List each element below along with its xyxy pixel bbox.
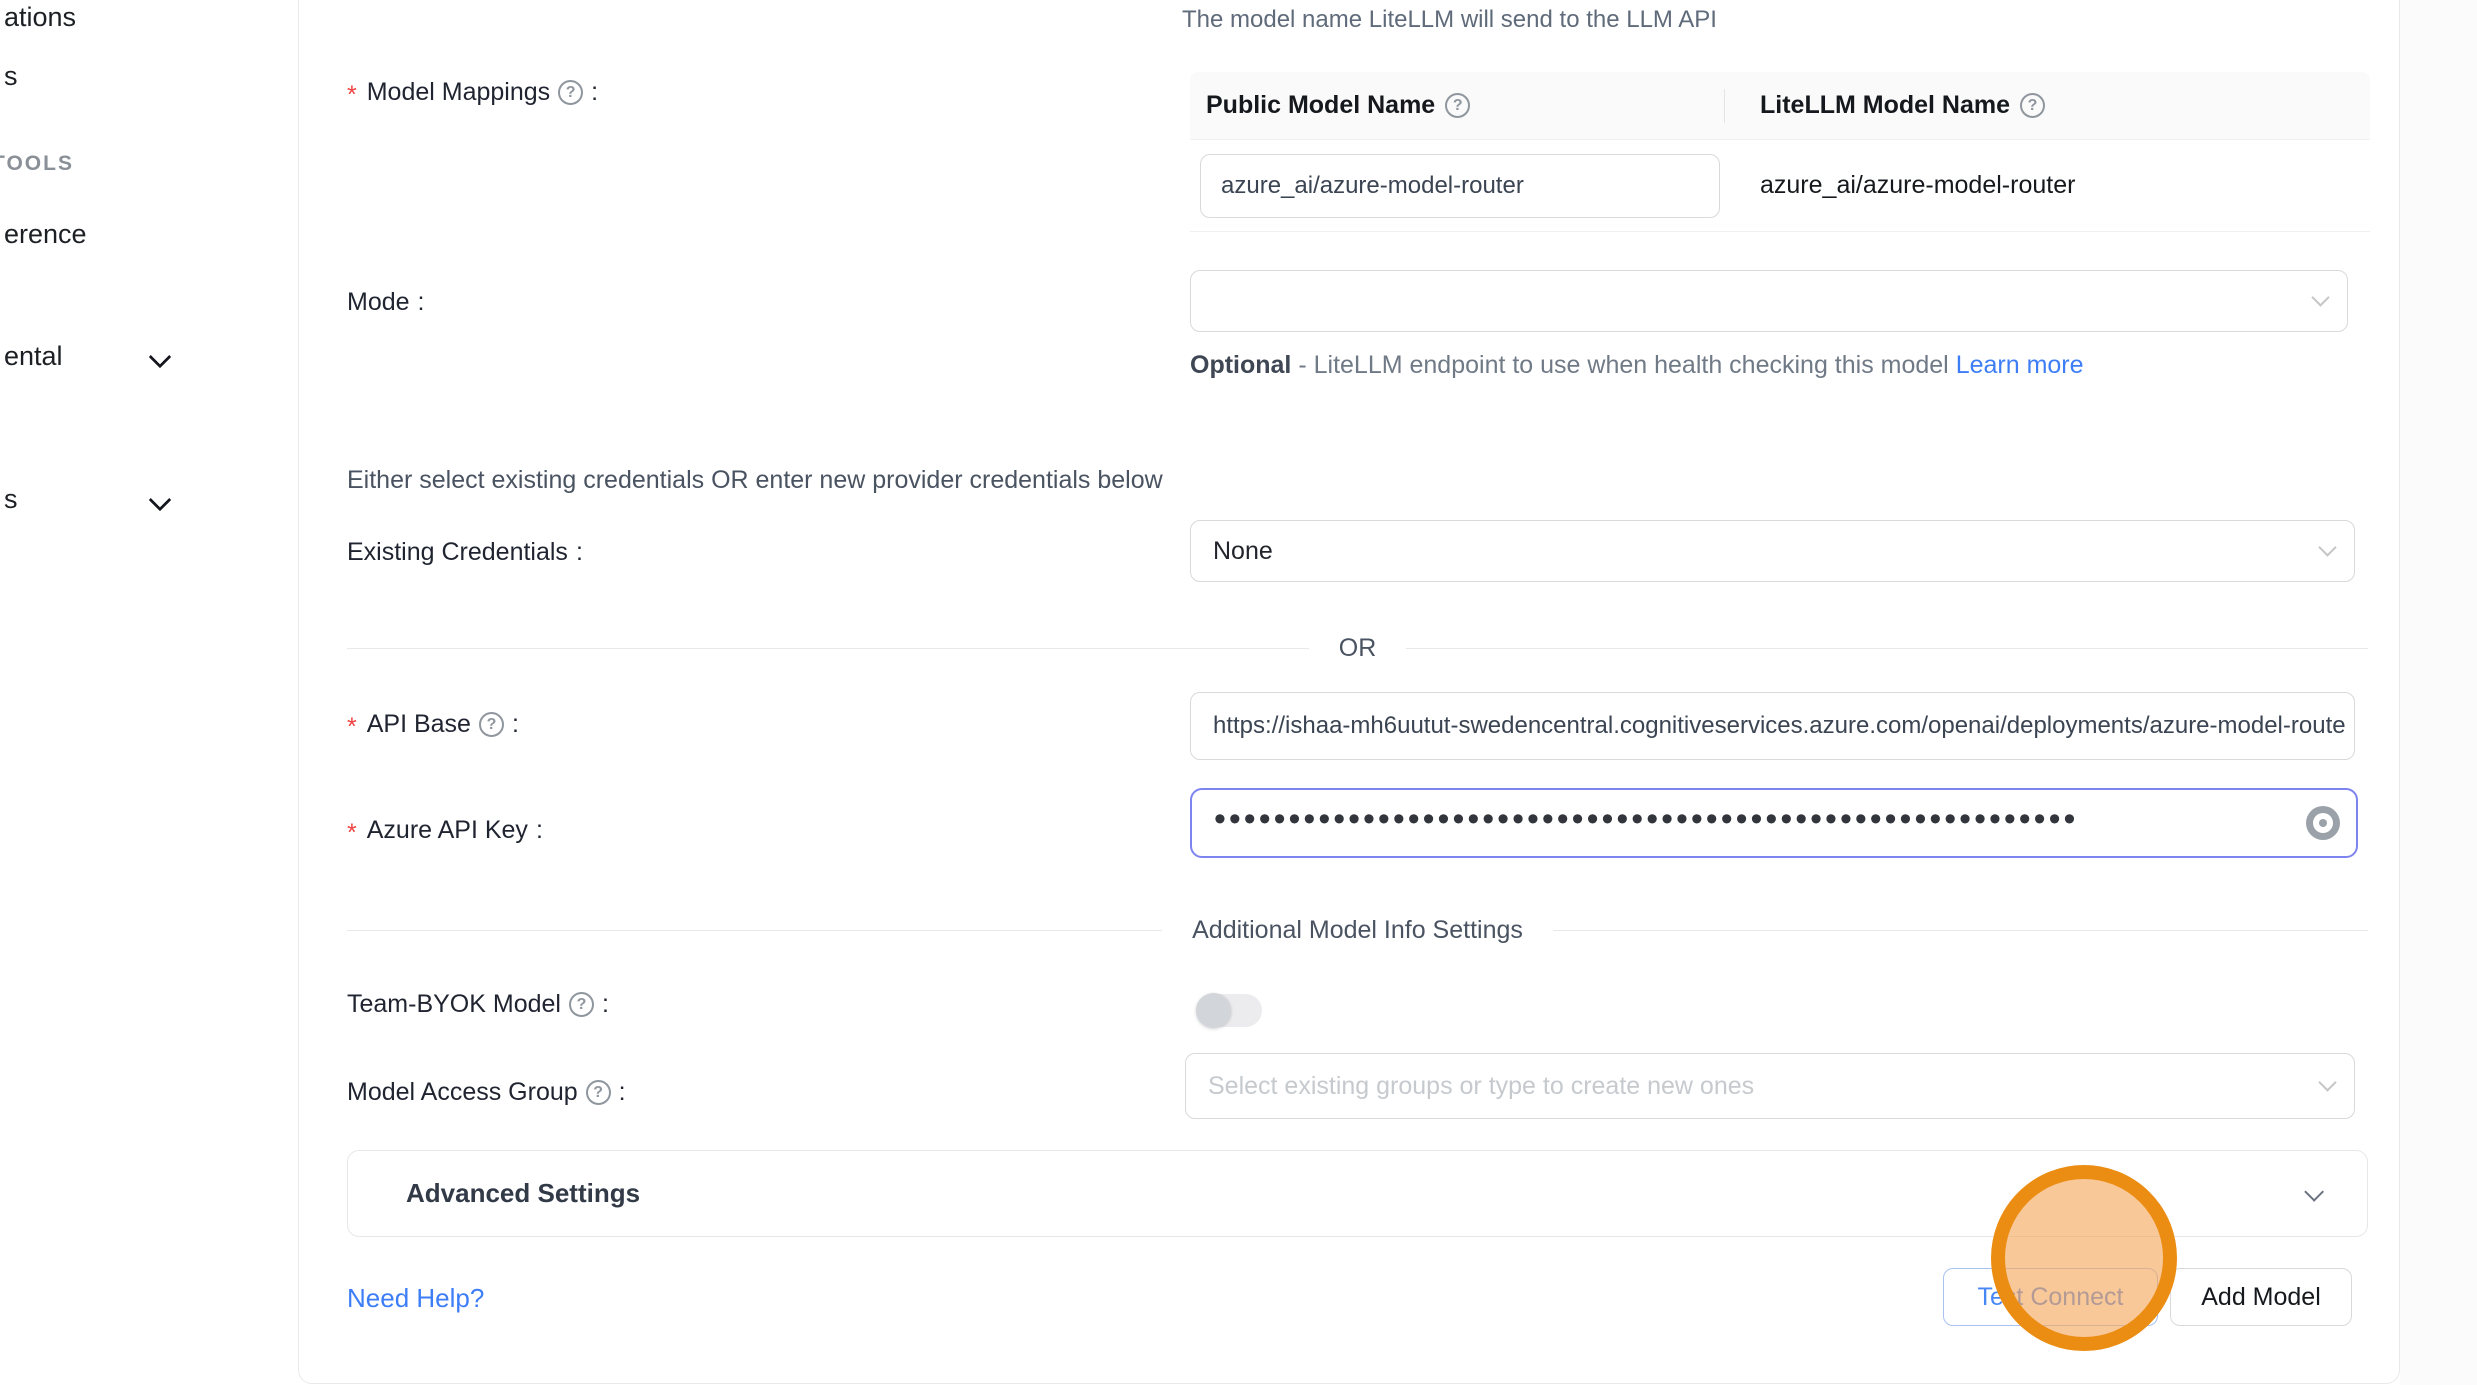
public-model-name-header: Public Model Name ? [1190,91,1724,120]
advanced-settings-toggle[interactable]: Advanced Settings [347,1150,2368,1237]
sidebar-item-3[interactable]: erence [4,219,87,250]
select-placeholder: Select existing groups or type to create… [1208,1072,1754,1101]
chevron-down-icon [2311,288,2329,306]
toggle-knob [1196,993,1231,1028]
column-divider [1724,89,1725,123]
api-base-label: * API Base ? : [347,710,519,739]
test-connect-button[interactable]: Test Connect [1943,1268,2158,1326]
team-byok-label: Team-BYOK Model ? : [347,990,609,1019]
mode-select[interactable] [1190,270,2348,332]
sidebar-item-2[interactable]: s [4,61,18,92]
existing-credentials-select[interactable]: None [1190,520,2355,582]
chevron-down-icon[interactable] [149,489,172,512]
required-asterisk: * [347,81,357,110]
mode-label: Mode: [347,288,425,317]
question-circle-icon[interactable]: ? [558,80,583,105]
azure-api-key-label: * Azure API Key: [347,816,543,845]
litellm-model-name-header: LiteLLM Model Name ? [1724,91,2045,120]
masked-password-value: ••••••••••••••••••••••••••••••••••••••••… [1214,800,2078,839]
sidebar-item-5[interactable]: s [4,484,18,515]
required-asterisk: * [347,713,357,742]
sidebar-item-1[interactable]: ations [4,2,76,33]
model-mappings-table: Public Model Name ? LiteLLM Model Name ?… [1190,72,2370,232]
team-byok-toggle[interactable] [1196,994,1262,1027]
question-circle-icon[interactable]: ? [586,1080,611,1105]
table-header-row: Public Model Name ? LiteLLM Model Name ? [1190,72,2370,140]
credentials-note: Either select existing credentials OR en… [347,466,1163,495]
table-row: azure_ai/azure-model-router [1190,140,2370,232]
model-mappings-label: * Model Mappings ? : [347,78,598,107]
page-right-gutter [2400,0,2477,1385]
litellm-model-name-value: azure_ai/azure-model-router [1724,171,2075,200]
model-name-hint: The model name LiteLLM will send to the … [1182,6,1717,34]
chevron-down-icon [2304,1181,2324,1201]
additional-settings-divider: Additional Model Info Settings [347,916,2368,945]
add-model-page: ations s TOOLS erence ental s The model … [0,0,2477,1385]
model-access-group-select[interactable]: Select existing groups or type to create… [1185,1053,2355,1119]
api-base-input[interactable]: https://ishaa-mh6uutut-swedencentral.cog… [1190,692,2355,760]
need-help-link[interactable]: Need Help? [347,1283,484,1314]
chevron-down-icon [2318,1073,2336,1091]
question-circle-icon[interactable]: ? [569,992,594,1017]
mode-hint: Optional - LiteLLM endpoint to use when … [1190,345,2102,385]
eye-icon[interactable] [2306,806,2340,840]
chevron-down-icon [2318,538,2336,556]
sidebar: ations s TOOLS erence ental s [0,0,210,1385]
model-access-group-label: Model Access Group ? : [347,1078,626,1107]
learn-more-link[interactable]: Learn more [1956,351,2084,379]
question-circle-icon[interactable]: ? [2020,93,2045,118]
or-divider: OR [347,634,2368,663]
public-model-name-input[interactable] [1200,154,1720,218]
azure-api-key-input[interactable]: ••••••••••••••••••••••••••••••••••••••••… [1190,788,2358,858]
question-circle-icon[interactable]: ? [1445,93,1470,118]
existing-credentials-label: Existing Credentials: [347,538,583,567]
chevron-down-icon[interactable] [149,346,172,369]
sidebar-section-tools: TOOLS [0,152,74,176]
question-circle-icon[interactable]: ? [479,712,504,737]
add-model-button[interactable]: Add Model [2170,1268,2352,1326]
required-asterisk: * [347,819,357,848]
sidebar-item-4[interactable]: ental [4,341,63,372]
